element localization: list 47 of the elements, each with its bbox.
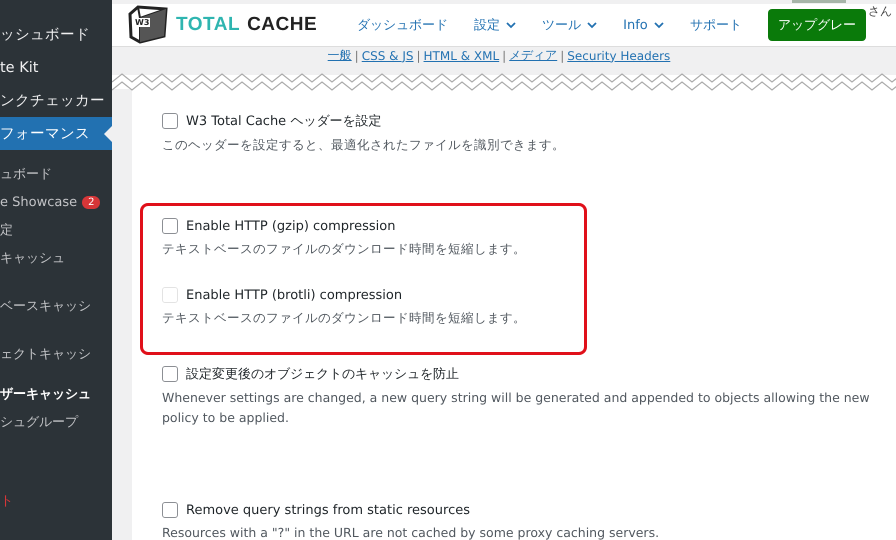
settings-tab-link[interactable]: 一般 — [328, 47, 352, 64]
option-description: Resources with a "?" in the URL are not cached by some proxy caching servers. — [162, 524, 660, 540]
sidebar-item[interactable]: ッシュボード — [0, 18, 112, 51]
nav-menu-item[interactable]: サポート — [690, 16, 742, 34]
nav-menu-item[interactable]: Info — [623, 18, 664, 32]
settings-tab-link[interactable]: HTML & XML — [424, 48, 500, 62]
settings-tab-link[interactable]: CSS & JS — [362, 48, 414, 62]
separator-text: | — [502, 48, 506, 62]
option-description: このヘッダーを設定すると、最適化されたファイルを識別できます。 — [162, 136, 566, 154]
option-label: W3 Total Cache ヘッダーを設定 — [186, 113, 382, 130]
sidebar-item[interactable]: シュグループ — [0, 408, 112, 436]
nav-menu-item[interactable]: 設定 — [474, 16, 516, 34]
logo-text: TOTAL — [176, 14, 240, 36]
nav-menu-item[interactable]: ダッシュボード — [357, 16, 448, 34]
checkbox[interactable] — [162, 366, 178, 382]
option-description: テキストベースのファイルのダウンロード時間を短縮します。 — [162, 309, 527, 327]
separator-text: | — [560, 48, 564, 62]
checkbox[interactable] — [162, 113, 178, 129]
option-label: Enable HTTP (gzip) compression — [186, 218, 396, 234]
option-label: Enable HTTP (brotli) compression — [186, 288, 402, 302]
sidebar-item[interactable]: te Kit — [0, 51, 112, 84]
sidebar-item[interactable]: キャッシュ — [0, 244, 112, 272]
sidebar-item[interactable]: ンクチェッカー — [0, 84, 112, 117]
option-description: テキストベースのファイルのダウンロード時間を短縮します。 — [162, 240, 527, 258]
separator-text: | — [354, 48, 359, 62]
greeting-text: さん — [868, 3, 892, 20]
sidebar-item[interactable]: フォーマンス — [0, 117, 112, 150]
current-arrow-icon — [104, 126, 112, 142]
upgrade-button[interactable]: アップグレー — [768, 9, 866, 41]
settings-tab-link[interactable]: Security Headers — [567, 48, 670, 62]
sidebar-item[interactable]: ュボード — [0, 160, 112, 188]
option-label: Remove query strings from static resources — [186, 502, 470, 518]
settings-tab-link[interactable]: メディア — [509, 47, 558, 64]
option-description: Whenever settings are changed, a new query string will be generated and appended to objects allowing the new policy to be applied. — [162, 389, 871, 427]
sidebar-item[interactable]: e Showcase 2 — [0, 188, 112, 216]
separator-text: | — [416, 48, 421, 62]
sidebar-item[interactable]: 定 — [0, 216, 112, 244]
logo-text: CACHE — [247, 14, 318, 36]
checkbox[interactable] — [162, 218, 178, 234]
sidebar-item[interactable]: ベースキャッシ — [0, 292, 112, 320]
count-badge: 2 — [82, 196, 100, 208]
sidebar-item[interactable]: ザーキャッシュ — [0, 380, 112, 408]
option-label: 設定変更後のオブジェクトのキャッシュを防止 — [186, 366, 459, 383]
logo-badge-text: W3 — [134, 18, 150, 27]
nav-menu-item[interactable]: ツール — [542, 16, 598, 34]
sidebar-item[interactable]: ェクトキャッシ — [0, 340, 112, 368]
checkbox[interactable] — [162, 502, 178, 518]
